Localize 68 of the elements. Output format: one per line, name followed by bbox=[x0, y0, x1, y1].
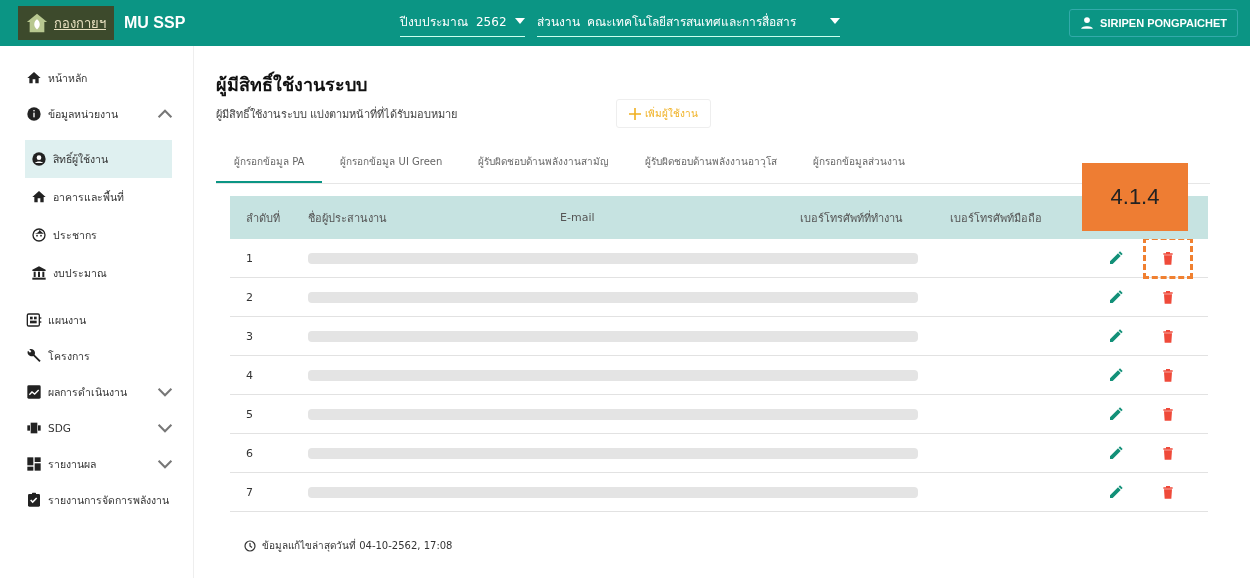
leaf-house-icon bbox=[26, 12, 48, 34]
row-number: 2 bbox=[246, 290, 254, 304]
clipboard-icon bbox=[26, 492, 42, 508]
sidebar-item[interactable]: ข้อมูลหน่วยงาน bbox=[0, 96, 193, 132]
clock-icon bbox=[244, 539, 256, 552]
home-icon bbox=[26, 70, 42, 86]
sidebar-item[interactable]: SDG bbox=[0, 410, 193, 446]
year-dropdown[interactable]: ปีงบประมาณ 2562 bbox=[400, 9, 525, 37]
row-number: 5 bbox=[246, 407, 254, 421]
edit-icon[interactable] bbox=[1108, 367, 1124, 383]
row-number: 4 bbox=[246, 368, 254, 382]
delete-icon[interactable] bbox=[1160, 367, 1176, 383]
column-header: เบอร์โทรศัพท์ที่ทำงาน bbox=[800, 209, 904, 227]
annotation-label: 4.1.4 bbox=[1082, 163, 1188, 231]
dashboard-icon bbox=[26, 456, 42, 472]
delete-icon[interactable] bbox=[1160, 250, 1176, 266]
sidebar-item[interactable]: ประชากร bbox=[25, 216, 172, 254]
sidebar-item[interactable]: งบประมาณ bbox=[25, 254, 172, 292]
sidebar-item[interactable]: อาคารและพื้นที่ bbox=[25, 178, 172, 216]
delete-icon[interactable] bbox=[1160, 445, 1176, 461]
row-number: 6 bbox=[246, 446, 254, 460]
sidebar-item[interactable]: รายงานผล bbox=[0, 446, 193, 482]
bank-icon bbox=[31, 265, 47, 281]
edit-icon[interactable] bbox=[1108, 328, 1124, 344]
row-number: 3 bbox=[246, 329, 254, 343]
face-icon bbox=[31, 227, 47, 243]
sidebar-item[interactable]: หน้าหลัก bbox=[0, 60, 193, 96]
edit-icon[interactable] bbox=[1108, 250, 1124, 266]
edit-icon[interactable] bbox=[1108, 445, 1124, 461]
tab[interactable]: ผู้รับผิดชอบด้านพลังงานอาวุโส bbox=[627, 140, 796, 183]
app-name: MU SSP bbox=[124, 14, 186, 32]
dropdown-caret-icon bbox=[829, 18, 840, 24]
unit-dropdown[interactable]: ส่วนงาน คณะเทคโนโลยีสารสนเทศและการสื่อสาร bbox=[536, 9, 840, 37]
info-icon bbox=[26, 106, 42, 122]
column-header: ลำดับที่ bbox=[246, 209, 281, 227]
column-header: ชื่อผู้ประสานงาน bbox=[308, 209, 388, 227]
dropdown-caret-icon bbox=[514, 18, 525, 24]
tab[interactable]: ผู้กรอกข้อมูล PA bbox=[216, 140, 323, 183]
user-button[interactable]: SIRIPEN PONGPAICHET bbox=[1069, 9, 1238, 37]
page-title: ผู้มีสิทธิ์ใช้งานระบบ bbox=[216, 70, 1210, 99]
delete-icon[interactable] bbox=[1160, 289, 1176, 305]
sidebar-item[interactable]: แผนงาน bbox=[0, 302, 193, 338]
tab[interactable]: ผู้กรอกข้อมูล UI Green bbox=[322, 140, 461, 183]
chart-icon bbox=[26, 384, 42, 400]
logo: กองกายฯ bbox=[18, 6, 114, 40]
column-header: E-mail bbox=[560, 211, 596, 224]
sidebar-item[interactable]: ผลการดำเนินงาน bbox=[0, 374, 193, 410]
page-subtitle: ผู้มีสิทธิ์ใช้งานระบบ แบ่งตามหน้าที่ที่ได้รับมอบหมาย bbox=[216, 105, 459, 123]
sidebar-item[interactable]: โครงการ bbox=[0, 338, 193, 374]
delete-icon[interactable] bbox=[1160, 484, 1176, 500]
edit-icon[interactable] bbox=[1108, 484, 1124, 500]
tab[interactable]: ผู้รับผิดชอบด้านพลังงานสามัญ bbox=[460, 140, 628, 183]
delete-icon[interactable] bbox=[1160, 328, 1176, 344]
column-header: เบอร์โทรศัพท์มือถือ bbox=[950, 210, 1043, 227]
person-icon bbox=[1080, 16, 1095, 30]
edit-icon[interactable] bbox=[1108, 406, 1124, 422]
plus-icon bbox=[629, 107, 641, 120]
edit-icon[interactable] bbox=[1108, 289, 1124, 305]
tab[interactable]: ผู้กรอกข้อมูลส่วนงาน bbox=[795, 140, 924, 183]
delete-icon[interactable] bbox=[1160, 406, 1176, 422]
account-icon bbox=[31, 151, 47, 167]
last-updated-text: ข้อมูลแก้ไขล่าสุดวันที่ 04-10-2562, 17:08 bbox=[262, 538, 453, 553]
row-number: 7 bbox=[246, 485, 254, 499]
home-icon bbox=[31, 189, 47, 205]
wrench-icon bbox=[26, 348, 42, 364]
sidebar-item[interactable]: สิทธิ์ผู้ใช้งาน bbox=[25, 140, 172, 178]
sidebar-item[interactable]: รายงานการจัดการพลังงาน bbox=[0, 482, 193, 518]
row-number: 1 bbox=[246, 251, 254, 265]
